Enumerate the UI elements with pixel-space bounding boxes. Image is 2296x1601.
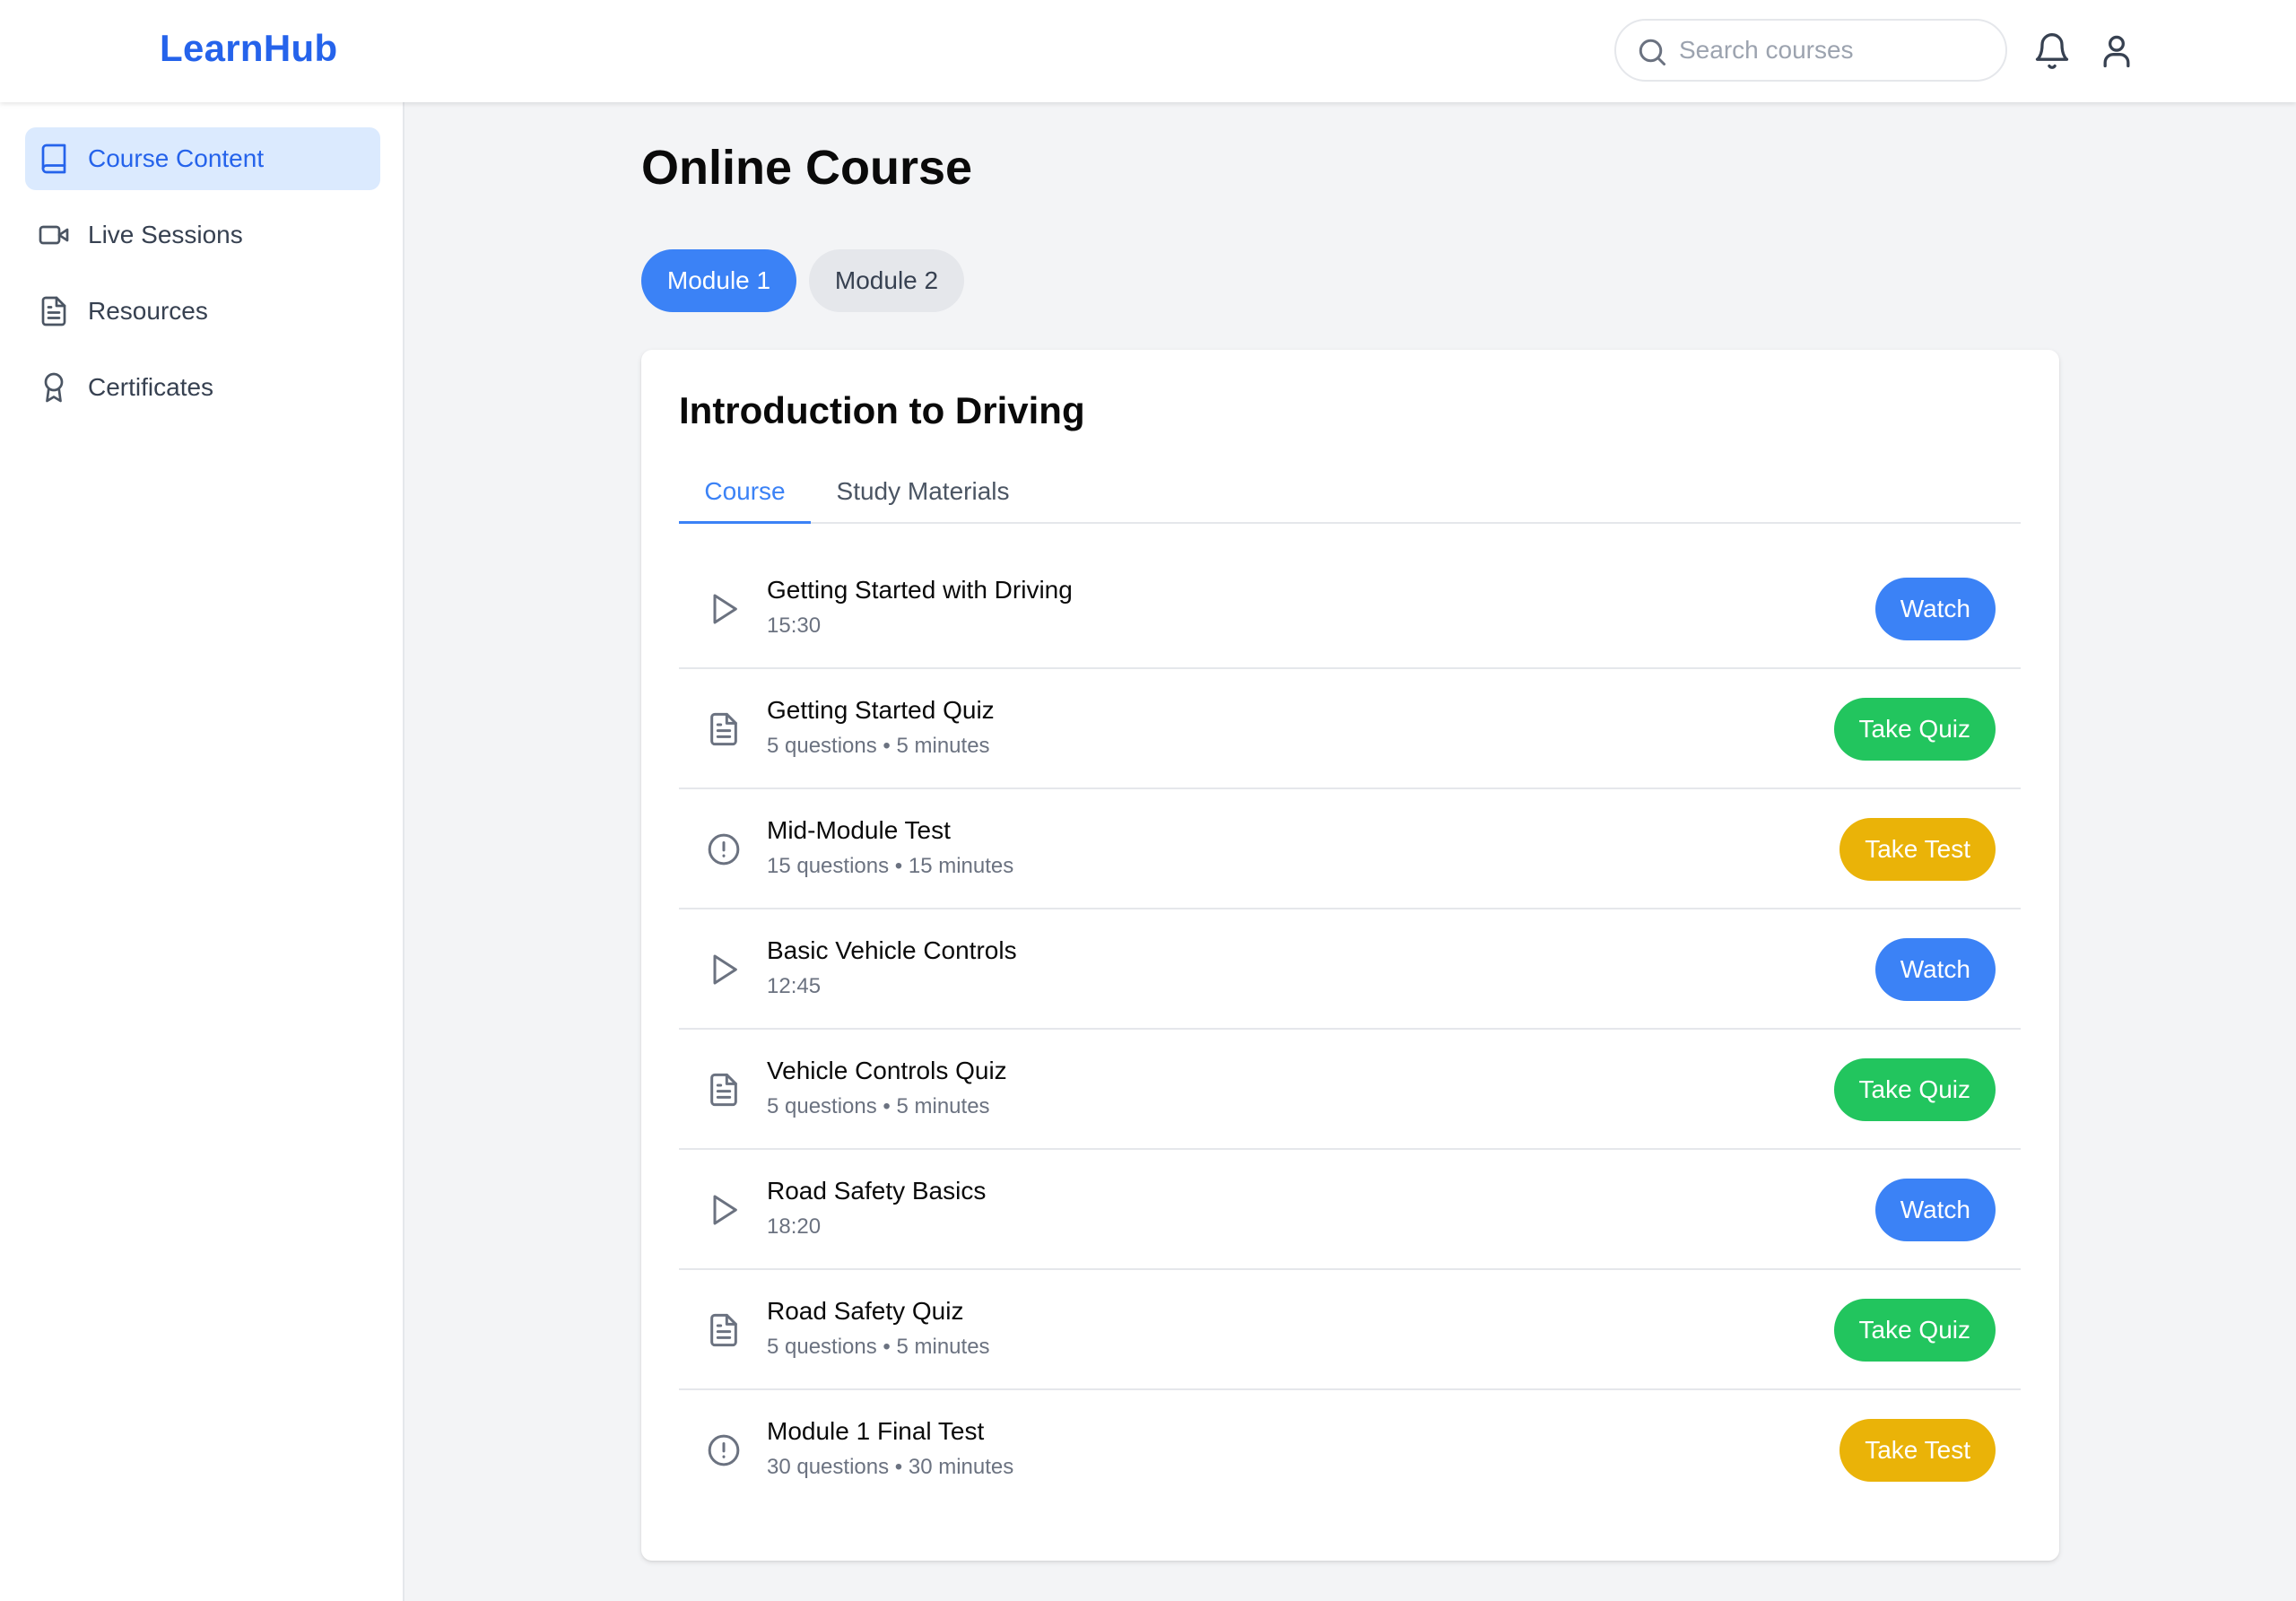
item-title: Road Safety Quiz [767,1297,964,1325]
item-meta: 5 questions • 5 minutes [767,734,990,758]
tab-study-materials[interactable]: Study Materials [811,466,1035,522]
search-icon [1639,39,1665,65]
item-meta: 5 questions • 5 minutes [767,1335,990,1359]
item-title: Module 1 Final Test [767,1417,985,1445]
top-header: LearnHub [0,0,2296,102]
take-test-button[interactable]: Take Test [1839,818,1996,881]
item-meta: 15:30 [767,613,822,638]
sidebar-item-label: Resources [88,297,208,325]
user-icon [2103,35,2130,68]
watch-button[interactable]: Watch [1874,578,1996,640]
take-test-button[interactable]: Take Test [1839,1419,1996,1482]
sidebar-item-certificates[interactable]: Certificates [25,356,380,419]
list-item: Road Safety Basics 18:20 Watch [679,1150,2021,1270]
award-icon [44,372,64,403]
module-tab-2[interactable]: Module 2 [809,249,964,312]
item-meta: 5 questions • 5 minutes [767,1094,990,1118]
list-item: Getting Started with Driving 15:30 Watch [679,549,2021,669]
document-icon [710,1313,737,1347]
play-icon [713,1195,737,1225]
content-tabs: Course Study Materials [679,466,2021,524]
item-title: Getting Started Quiz [767,696,995,724]
list-item: Road Safety Quiz 5 questions • 5 minutes… [679,1270,2021,1390]
profile-button[interactable] [2097,30,2136,72]
watch-button[interactable]: Watch [1874,938,1996,1001]
list-item: Vehicle Controls Quiz 5 questions • 5 mi… [679,1030,2021,1150]
play-icon [713,954,737,985]
sidebar-item-resources[interactable]: Resources [25,280,380,343]
item-title: Mid-Module Test [767,816,951,844]
take-quiz-button[interactable]: Take Quiz [1833,698,1996,761]
video-icon [39,225,69,245]
take-quiz-button[interactable]: Take Quiz [1833,1058,1996,1121]
sidebar-item-label: Course Content [88,144,265,172]
tab-course[interactable]: Course [679,466,811,524]
card-title: Introduction to Driving [679,389,1085,431]
notifications-button[interactable] [2032,30,2072,72]
item-title: Vehicle Controls Quiz [767,1057,1007,1084]
list-item: Module 1 Final Test 30 questions • 30 mi… [679,1390,2021,1510]
item-title: Getting Started with Driving [767,576,1073,604]
module-tab-1[interactable]: Module 1 [641,249,796,312]
sidebar-item-course-content[interactable]: Course Content [25,127,380,190]
item-title: Road Safety Basics [767,1177,987,1205]
item-meta: 30 questions • 30 minutes [767,1455,1014,1479]
page-title: Online Course [641,141,973,195]
item-title: Basic Vehicle Controls [767,936,1017,964]
play-icon [713,594,737,624]
file-text-icon [41,296,66,326]
search-box[interactable] [1614,19,2007,82]
alert-circle-icon [708,833,740,866]
document-icon [710,1073,737,1107]
list-item: Basic Vehicle Controls 12:45 Watch [679,909,2021,1030]
bell-icon [2035,33,2069,69]
brand-logo[interactable]: LearnHub [160,27,337,70]
sidebar-item-live-sessions[interactable]: Live Sessions [25,204,380,266]
lesson-list: Getting Started with Driving 15:30 Watch… [679,549,2021,1510]
list-item: Mid-Module Test 15 questions • 15 minute… [679,789,2021,909]
list-item: Getting Started Quiz 5 questions • 5 min… [679,669,2021,789]
book-icon [41,144,66,174]
item-meta: 12:45 [767,974,822,998]
take-quiz-button[interactable]: Take Quiz [1833,1299,1996,1362]
watch-button[interactable]: Watch [1874,1179,1996,1241]
search-input[interactable] [1679,31,1984,69]
module-card: Introduction to Driving Course Study Mat… [641,350,2059,1561]
item-meta: 18:20 [767,1214,822,1239]
item-meta: 15 questions • 15 minutes [767,854,1014,878]
document-icon [710,712,737,746]
sidebar-item-label: Certificates [88,373,214,401]
sidebar-item-label: Live Sessions [88,221,243,248]
sidebar: Course Content Live Sessions Resources C… [0,102,404,1601]
alert-circle-icon [708,1434,740,1466]
